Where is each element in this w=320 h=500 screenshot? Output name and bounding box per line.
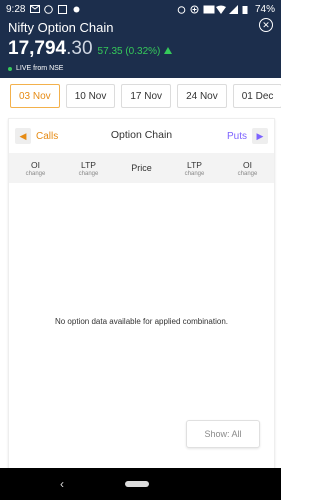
- whatsapp-icon: [44, 4, 54, 14]
- price-integer: 17,794: [8, 38, 67, 59]
- column-subtitle: change: [78, 170, 99, 177]
- notification-dot-icon: [72, 5, 81, 14]
- wifi-icon: [215, 5, 226, 14]
- column-title: Price: [131, 163, 152, 173]
- column-headers: OI change LTP change Price LTP change OI…: [9, 153, 274, 183]
- column-header: LTP change: [62, 160, 115, 177]
- live-indicator: LIVE from NSE: [8, 65, 63, 72]
- column-title: LTP: [187, 159, 202, 170]
- show-all-button[interactable]: Show: All: [186, 420, 260, 448]
- column-title: LTP: [81, 159, 96, 170]
- up-arrow-icon: [164, 47, 173, 54]
- back-icon[interactable]: ‹: [60, 477, 64, 491]
- date-tab[interactable]: 24 Nov: [177, 84, 227, 108]
- price-decimal: .30: [66, 38, 93, 59]
- battery-icon: [242, 5, 251, 14]
- column-header: Price: [115, 163, 168, 173]
- price-change: 57.35 (0.32%): [97, 46, 161, 57]
- option-chain-card: ◀ Calls Option Chain Puts ▶ OI change LT…: [8, 118, 275, 470]
- empty-state-message: No option data available for applied com…: [54, 317, 228, 326]
- photos-icon: [58, 4, 68, 14]
- column-subtitle: change: [237, 170, 258, 177]
- column-header: LTP change: [168, 160, 221, 177]
- column-subtitle: change: [184, 170, 205, 177]
- alarm-icon: [177, 5, 186, 14]
- chevron-right-icon: ▶: [252, 128, 268, 144]
- column-title: OI: [243, 159, 252, 170]
- system-nav-bar: ‹: [0, 468, 281, 500]
- home-pill-icon[interactable]: [124, 481, 149, 487]
- status-time: 9:28: [6, 3, 26, 15]
- expiry-date-tabs: 03 Nov 10 Nov 17 Nov 24 Nov 01 Dec 0: [0, 84, 281, 114]
- date-tab[interactable]: 03 Nov: [10, 84, 60, 108]
- date-tab[interactable]: 17 Nov: [121, 84, 172, 108]
- live-dot-icon: [8, 66, 12, 71]
- column-header: OI change: [221, 160, 274, 177]
- page-title: Nifty Option Chain: [8, 20, 114, 35]
- column-header: OI change: [9, 160, 62, 177]
- signal-icon: [228, 4, 238, 14]
- puts-button[interactable]: Puts ▶: [227, 128, 268, 144]
- column-title: OI: [31, 159, 40, 170]
- status-bar: 9:28 74%: [0, 0, 281, 18]
- battery-level: 74%: [254, 3, 275, 15]
- header: Nifty Option Chain ✕ 17,794 .30 57.35 (0…: [0, 18, 281, 78]
- gmail-icon: [30, 4, 41, 14]
- live-label: LIVE from NSE: [16, 65, 64, 72]
- date-tab[interactable]: 10 Nov: [65, 84, 116, 108]
- date-tab[interactable]: 01 Dec: [232, 84, 281, 108]
- option-chain-header: ◀ Calls Option Chain Puts ▶: [9, 119, 274, 153]
- puts-label: Puts: [226, 130, 247, 142]
- volte-icon: [203, 5, 215, 14]
- column-subtitle: change: [25, 170, 46, 177]
- index-price: 17,794 .30 57.35 (0.32%): [8, 38, 173, 60]
- close-icon[interactable]: ✕: [259, 18, 273, 32]
- data-saver-icon: [190, 5, 199, 14]
